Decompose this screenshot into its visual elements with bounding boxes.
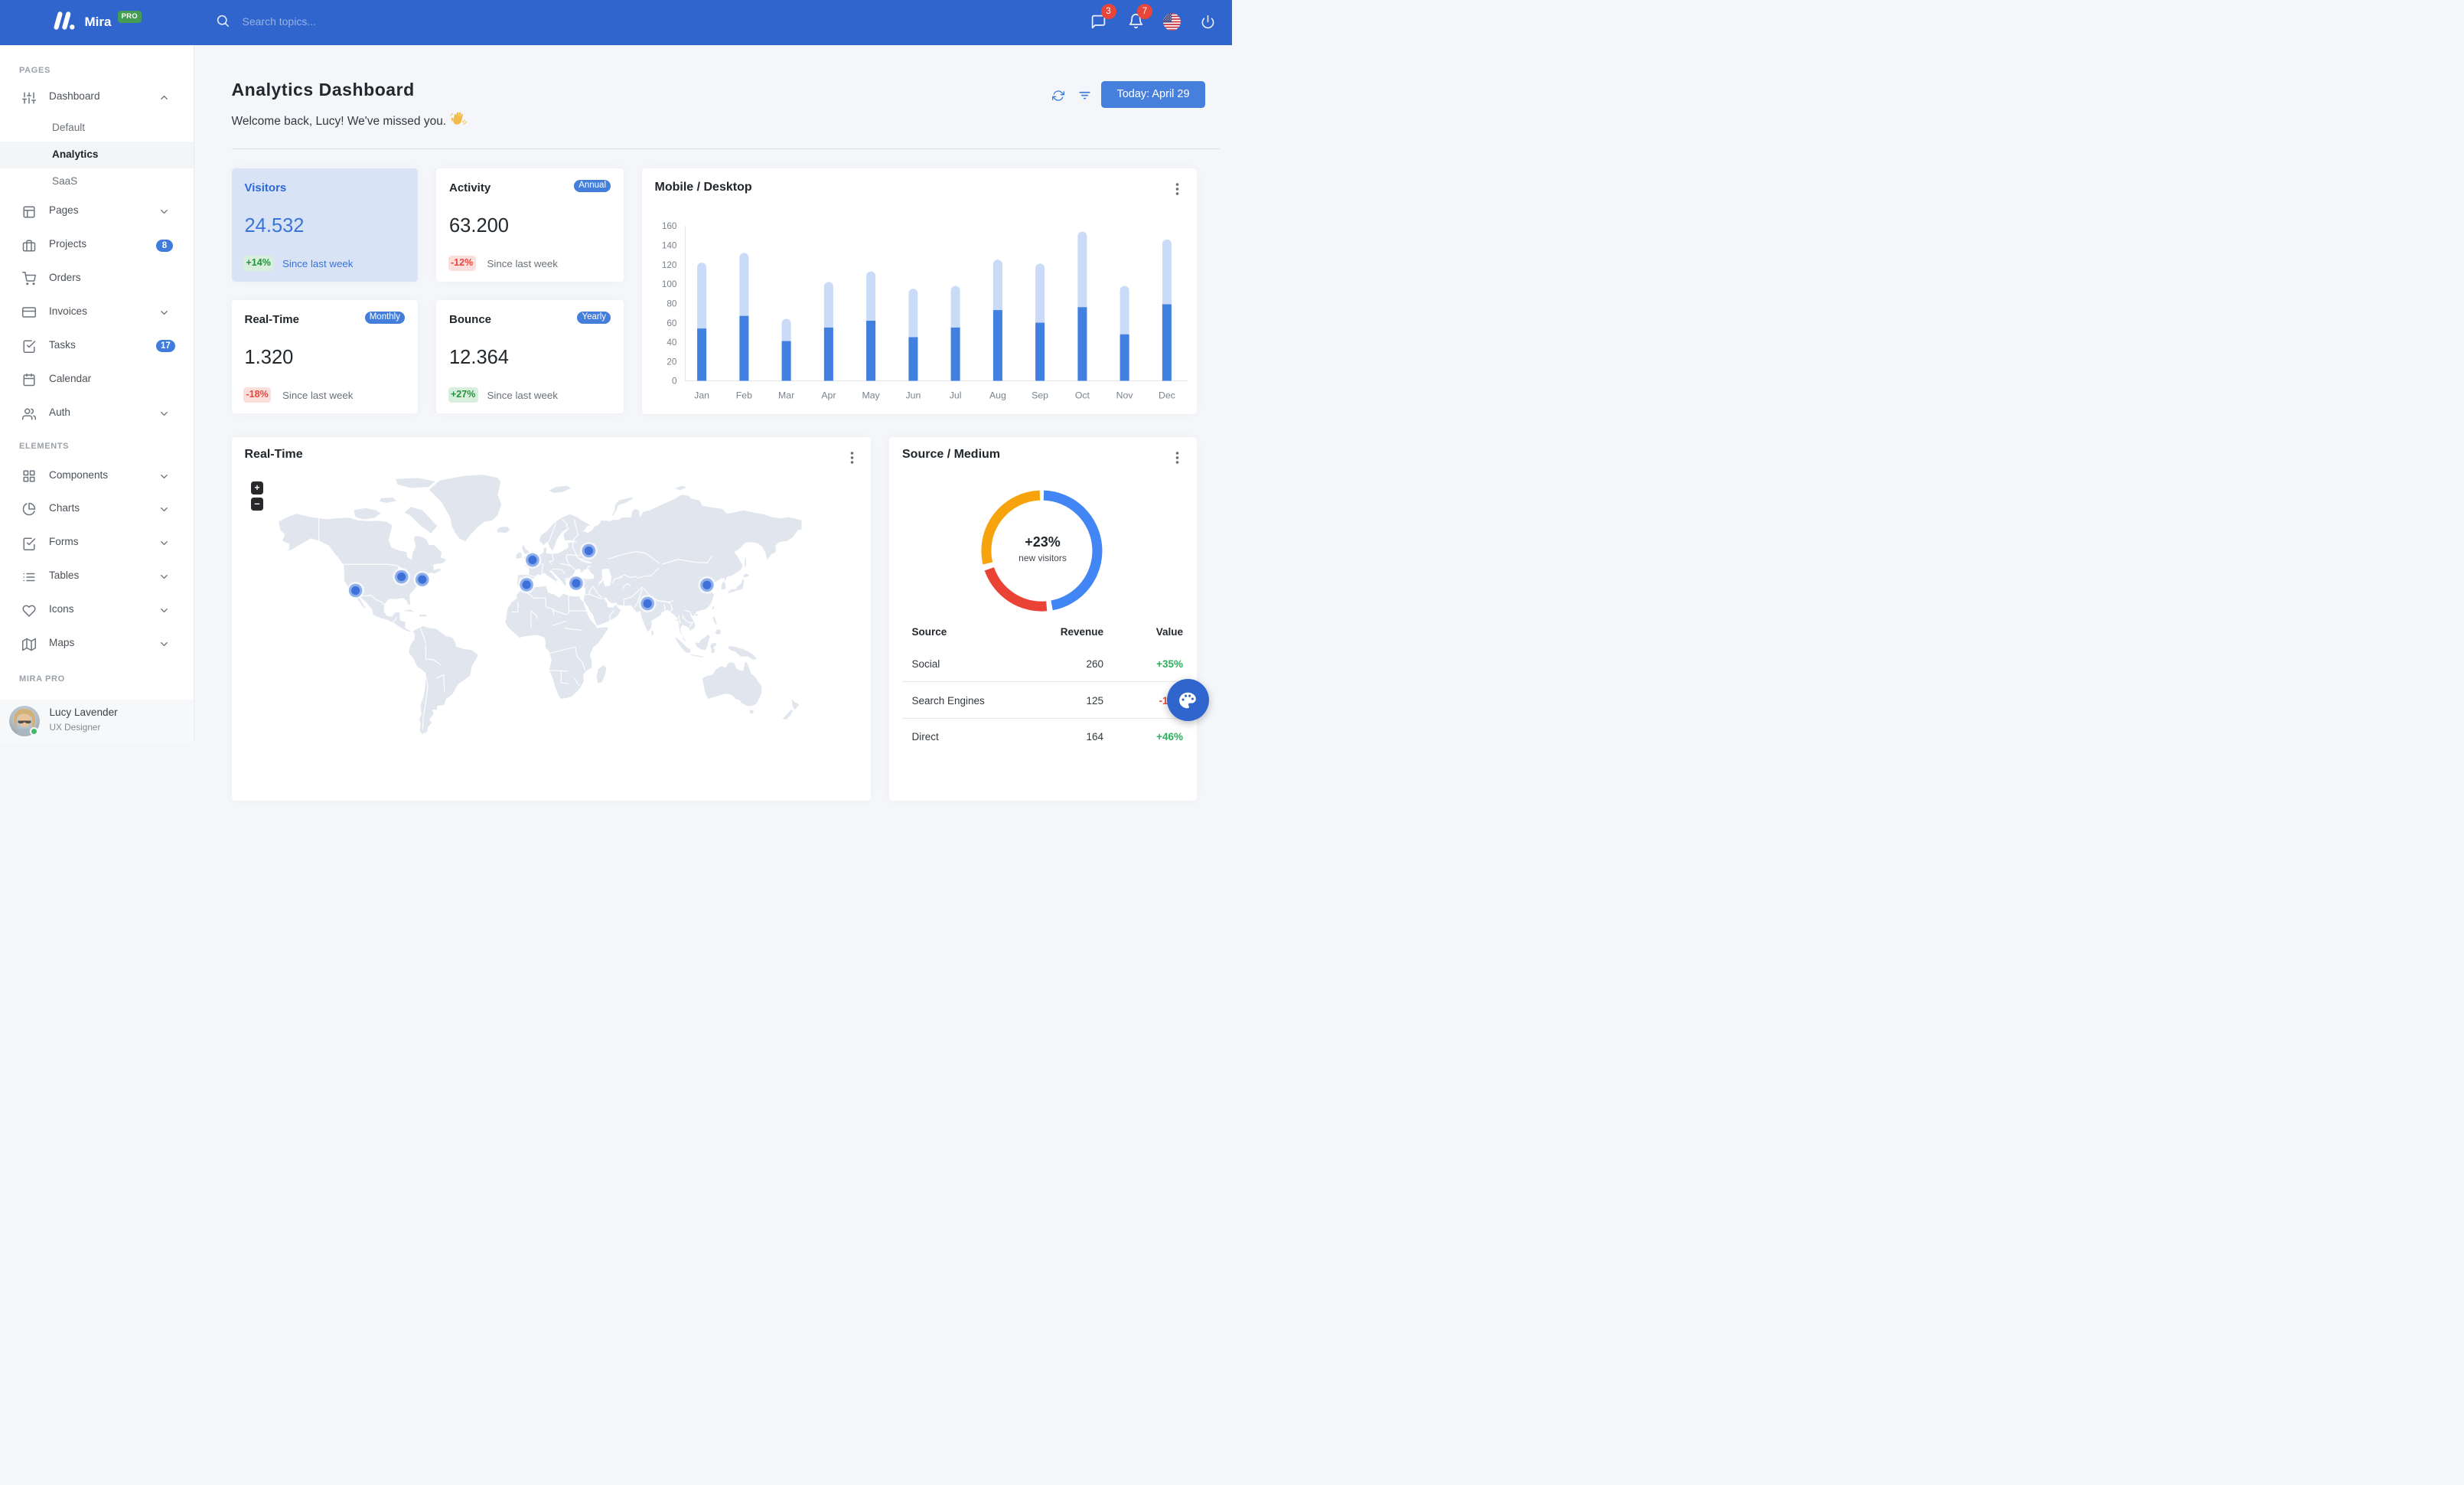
svg-text:160: 160 <box>661 220 676 231</box>
svg-text:0: 0 <box>671 376 676 387</box>
svg-text:100: 100 <box>661 279 676 289</box>
svg-text:140: 140 <box>661 240 676 251</box>
svg-text:Feb: Feb <box>735 390 751 401</box>
svg-text:Apr: Apr <box>821 390 836 401</box>
svg-text:Aug: Aug <box>989 390 1005 401</box>
svg-text:Nov: Nov <box>1116 390 1133 401</box>
svg-text:20: 20 <box>667 356 677 367</box>
svg-text:Mar: Mar <box>778 390 794 401</box>
svg-text:Dec: Dec <box>1158 390 1175 401</box>
svg-text:60: 60 <box>667 318 677 328</box>
svg-text:Oct: Oct <box>1074 390 1090 401</box>
svg-text:120: 120 <box>661 259 676 270</box>
svg-text:Jul: Jul <box>949 390 961 401</box>
svg-text:Jan: Jan <box>694 390 709 401</box>
svg-text:May: May <box>862 390 880 401</box>
svg-text:80: 80 <box>667 299 677 309</box>
svg-text:Jun: Jun <box>905 390 921 401</box>
svg-text:40: 40 <box>667 337 677 348</box>
svg-text:Sep: Sep <box>1032 390 1048 401</box>
